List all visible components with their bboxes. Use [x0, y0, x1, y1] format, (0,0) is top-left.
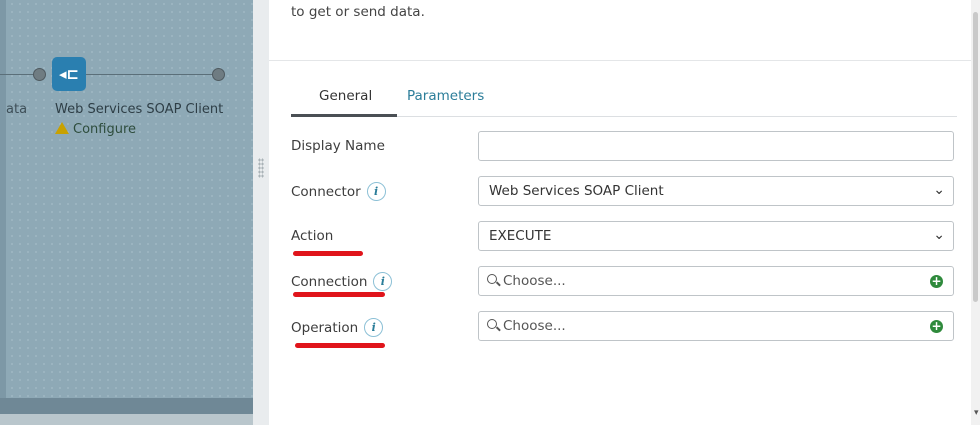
active-tab-indicator: [291, 114, 397, 117]
canvas-footer: [0, 414, 253, 425]
chevron-down-icon: ⌄: [933, 182, 945, 198]
step-label[interactable]: Web Services SOAP Client: [55, 102, 223, 117]
operation-placeholder: Choose...: [503, 318, 566, 334]
red-annotation-mark: [295, 343, 385, 348]
soap-client-step-icon[interactable]: ◂⊏: [52, 57, 86, 91]
chevron-down-icon: ⌄: [933, 227, 945, 243]
scrollbar-thumb[interactable]: [973, 12, 978, 302]
connection-label: Connection i: [291, 272, 393, 291]
connector-line-right: [86, 74, 216, 75]
action-value: EXECUTE: [489, 228, 552, 244]
previous-step-label: ata: [6, 102, 28, 117]
connector-label: Connector i: [291, 182, 386, 201]
process-canvas[interactable]: ◂⊏ ata Web Services SOAP Client Configur…: [0, 0, 253, 425]
tab-general[interactable]: General: [319, 88, 372, 104]
connection-placeholder: Choose...: [503, 273, 566, 289]
connector-select[interactable]: Web Services SOAP Client ⌄: [478, 176, 954, 206]
connector-line-left: [0, 74, 34, 75]
divider: [269, 60, 971, 61]
connection-info-icon[interactable]: i: [373, 272, 393, 291]
search-icon: [487, 274, 497, 284]
connection-label-text: Connection: [291, 274, 368, 290]
add-operation-icon[interactable]: +: [930, 320, 943, 333]
connection-node-left[interactable]: [33, 68, 46, 81]
step-config-panel: to get or send data. General Parameters …: [269, 0, 971, 425]
panel-splitter[interactable]: [253, 0, 269, 425]
configure-link[interactable]: Configure: [55, 122, 136, 137]
operation-label-text: Operation: [291, 320, 359, 336]
action-select[interactable]: EXECUTE ⌄: [478, 221, 954, 251]
add-connection-icon[interactable]: +: [930, 275, 943, 288]
red-annotation-mark: [293, 292, 385, 297]
connector-value: Web Services SOAP Client: [489, 183, 664, 199]
red-annotation-mark: [293, 251, 363, 256]
connection-node-right[interactable]: [212, 68, 225, 81]
canvas-edge: [0, 0, 6, 425]
display-name-label: Display Name: [291, 138, 385, 154]
warning-icon: [55, 122, 69, 134]
operation-picker[interactable]: Choose... +: [478, 311, 954, 341]
step-description: to get or send data.: [291, 4, 425, 20]
configure-label: Configure: [73, 122, 137, 137]
operation-label: Operation i: [291, 318, 384, 337]
search-icon: [487, 319, 497, 329]
connector-info-icon[interactable]: i: [366, 182, 386, 201]
operation-info-icon[interactable]: i: [364, 318, 384, 337]
display-name-label-text: Display Name: [291, 138, 385, 154]
canvas-bottom-bar: [0, 398, 253, 414]
action-label: Action: [291, 228, 333, 244]
resize-grip-icon[interactable]: [258, 158, 264, 178]
connector-label-text: Connector: [291, 184, 361, 200]
tab-parameters[interactable]: Parameters: [407, 88, 484, 104]
display-name-input[interactable]: [478, 131, 954, 161]
scroll-arrow-icon[interactable]: ▾: [974, 408, 979, 418]
action-label-text: Action: [291, 228, 334, 244]
connection-picker[interactable]: Choose... +: [478, 266, 954, 296]
